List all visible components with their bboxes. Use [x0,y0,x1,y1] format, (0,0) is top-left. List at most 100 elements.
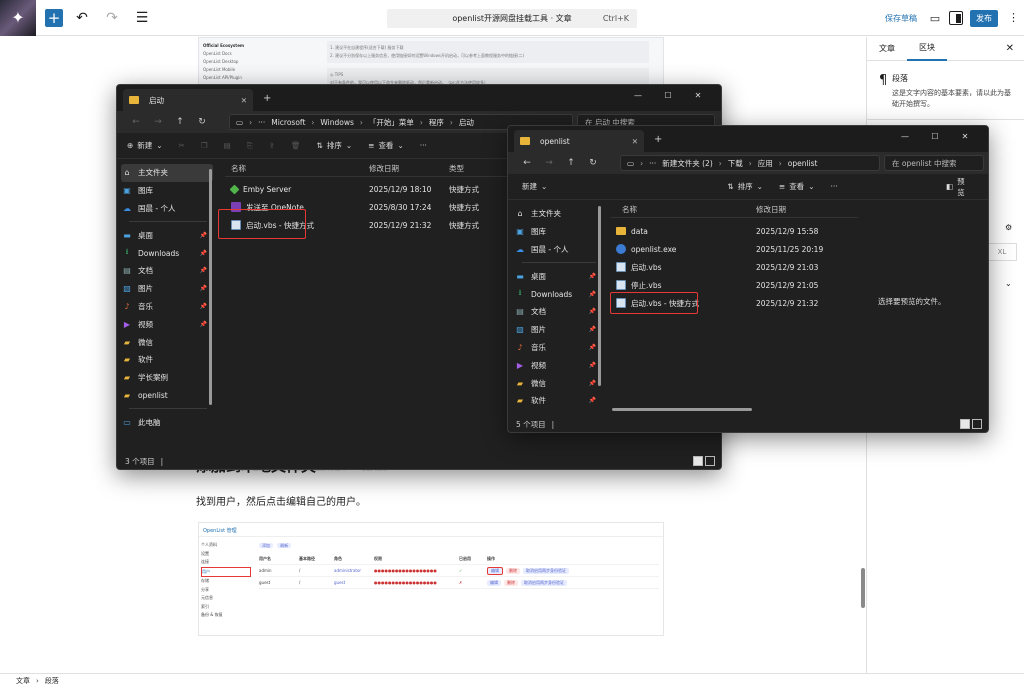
path-segment[interactable]: 「开始」菜单 [369,117,414,128]
site-logo-avatar[interactable]: ✦ [0,0,36,36]
tiles-view-icon[interactable] [972,419,982,429]
undo-icon[interactable]: ↶ [71,7,93,29]
paste-icon[interactable]: ▤ [224,141,231,150]
add-block-icon[interactable]: + [45,8,63,27]
path-segment[interactable]: 程序 [429,117,444,128]
up-icon[interactable]: ↑ [169,117,191,127]
breadcrumb-leaf[interactable]: 段落 [45,676,59,686]
copy-icon[interactable]: ❐ [201,141,208,150]
back-icon[interactable]: ← [125,117,147,127]
close-tab-icon[interactable]: ✕ [632,137,638,146]
file-row[interactable]: openlist.exe 2025/11/25 20:19 [610,240,858,258]
search-input[interactable]: 在 openlist 中搜索 [884,155,984,171]
nav-item-documents[interactable]: ▤ 文档 📌 [514,303,602,321]
settings-sidebar-icon[interactable] [949,11,963,25]
nav-item-cases[interactable]: ▰ 学长案例 [121,369,213,387]
publish-button[interactable]: 发布 [970,10,998,27]
forward-icon[interactable]: → [538,158,560,168]
editor-scrollbar[interactable] [861,568,865,608]
sliders-icon[interactable]: ⚙ [1005,223,1012,232]
more-icon[interactable]: ··· [830,182,837,191]
nav-item-this-pc[interactable]: ▭ 此电脑 [121,413,213,431]
nav-item-gallery[interactable]: ▣ 图库 [121,182,213,200]
view-button[interactable]: ≡ 查看 ⌄ [779,181,815,192]
rename-icon[interactable]: ⎘ [247,141,253,151]
nav-item-onedrive[interactable]: ☁ 国晨 - 个人 [514,241,602,259]
minimize-icon[interactable]: — [623,91,653,100]
path-segment[interactable]: 下载 [728,158,743,169]
preview-pane-button[interactable]: ◧ 预览 [946,176,972,198]
content-paragraph[interactable]: 找到用户，然后点击编辑自己的用户。 [196,493,366,508]
path-segment[interactable]: openlist [788,159,818,168]
explorer-tab[interactable]: 启动 ✕ [123,89,253,111]
redo-icon[interactable]: ↷ [101,7,123,29]
nav-item-music[interactable]: ♪ 音乐 📌 [121,298,213,316]
details-view-icon[interactable] [960,419,970,429]
nav-item-home[interactable]: ⌂ 主文件夹 [121,164,213,182]
nav-item-desktop[interactable]: ▬ 桌面 📌 [514,267,602,285]
column-header-type[interactable]: 类型 [449,163,464,174]
close-icon[interactable]: ✕ [1006,43,1014,54]
share-icon[interactable]: ⇪ [269,141,275,150]
nav-scrollbar[interactable] [209,169,212,405]
nav-item-documents[interactable]: ▤ 文档 📌 [121,262,213,280]
minimize-icon[interactable]: — [890,132,920,141]
document-overview-icon[interactable]: ☰ [131,7,153,29]
path-segment[interactable]: 应用 [758,158,773,169]
new-button[interactable]: 新建 ⌄ [518,181,547,192]
path-segment[interactable]: Windows [320,118,353,127]
tab-block[interactable]: 区块 [907,37,947,61]
horizontal-scrollbar[interactable] [612,408,752,411]
path-segment[interactable]: 启动 [459,117,474,128]
preview-device-icon[interactable]: ▭ [928,11,942,25]
nav-scrollbar[interactable] [598,206,601,386]
nav-item-downloads[interactable]: ⭳ Downloads 📌 [121,244,213,262]
nav-item-pictures[interactable]: ▧ 图片 📌 [514,321,602,339]
details-view-icon[interactable] [693,456,703,466]
more-options-icon[interactable]: ⋮ [1008,11,1019,24]
column-header-date[interactable]: 修改日期 [756,204,786,215]
nav-item-home[interactable]: ⌂ 主文件夹 [514,205,602,223]
save-draft-button[interactable]: 保存草稿 [885,13,917,24]
new-tab-icon[interactable]: + [654,134,662,145]
close-window-icon[interactable]: ✕ [683,91,713,100]
document-title-bar[interactable]: openlist开源网盘挂载工具 · 文章 Ctrl+K [387,9,637,28]
close-tab-icon[interactable]: ✕ [241,96,247,105]
address-bar[interactable]: ▭ › ··· 新建文件夹 (2) › 下载 › 应用 › openlist [620,155,880,171]
delete-icon[interactable]: 🗑 [291,141,301,150]
tab-post[interactable]: 文章 [867,37,907,61]
nav-item-videos[interactable]: ▶ 视频 📌 [514,356,602,374]
cut-icon[interactable]: ✂ [179,141,185,150]
path-segment[interactable]: Microsoft [271,118,305,127]
refresh-icon[interactable]: ↻ [191,117,213,127]
nav-item-pictures[interactable]: ▧ 图片 📌 [121,280,213,298]
font-size-xl-option[interactable]: XL [987,243,1017,261]
back-icon[interactable]: ← [516,158,538,168]
nav-item-gallery[interactable]: ▣ 图库 [514,223,602,241]
forward-icon[interactable]: → [147,117,169,127]
new-tab-icon[interactable]: + [263,93,271,104]
new-button[interactable]: ⊕ 新建 ⌄ [127,140,163,151]
nav-item-wechat[interactable]: ▰ 微信 [121,333,213,351]
column-header-name[interactable]: 名称 [225,163,369,174]
refresh-icon[interactable]: ↻ [582,158,604,168]
up-icon[interactable]: ↑ [560,158,582,168]
chevron-down-icon[interactable]: ⌄ [1005,279,1012,288]
column-header-name[interactable]: 名称 [610,204,756,215]
nav-item-software[interactable]: ▰ 软件 [121,351,213,369]
nav-item-software[interactable]: ▰ 软件 📌 [514,392,602,410]
nav-item-music[interactable]: ♪ 音乐 📌 [514,339,602,357]
tiles-view-icon[interactable] [705,456,715,466]
file-row[interactable]: Emby Server 2025/12/9 18:10 快捷方式 [225,180,515,198]
nav-item-wechat[interactable]: ▰ 微信 📌 [514,374,602,392]
maximize-icon[interactable]: ☐ [920,132,950,141]
nav-item-openlist[interactable]: ▰ openlist [121,387,213,405]
file-row[interactable]: data 2025/12/9 15:58 [610,222,858,240]
view-button[interactable]: ≡ 查看 ⌄ [368,140,404,151]
path-segment[interactable]: 新建文件夹 (2) [662,158,713,169]
close-window-icon[interactable]: ✕ [950,132,980,141]
more-icon[interactable]: ··· [420,141,427,150]
sort-button[interactable]: ⇅ 排序 ⌄ [317,140,353,151]
file-row[interactable]: 启动.vbs 2025/12/9 21:03 [610,258,858,276]
nav-item-videos[interactable]: ▶ 视频 📌 [121,315,213,333]
